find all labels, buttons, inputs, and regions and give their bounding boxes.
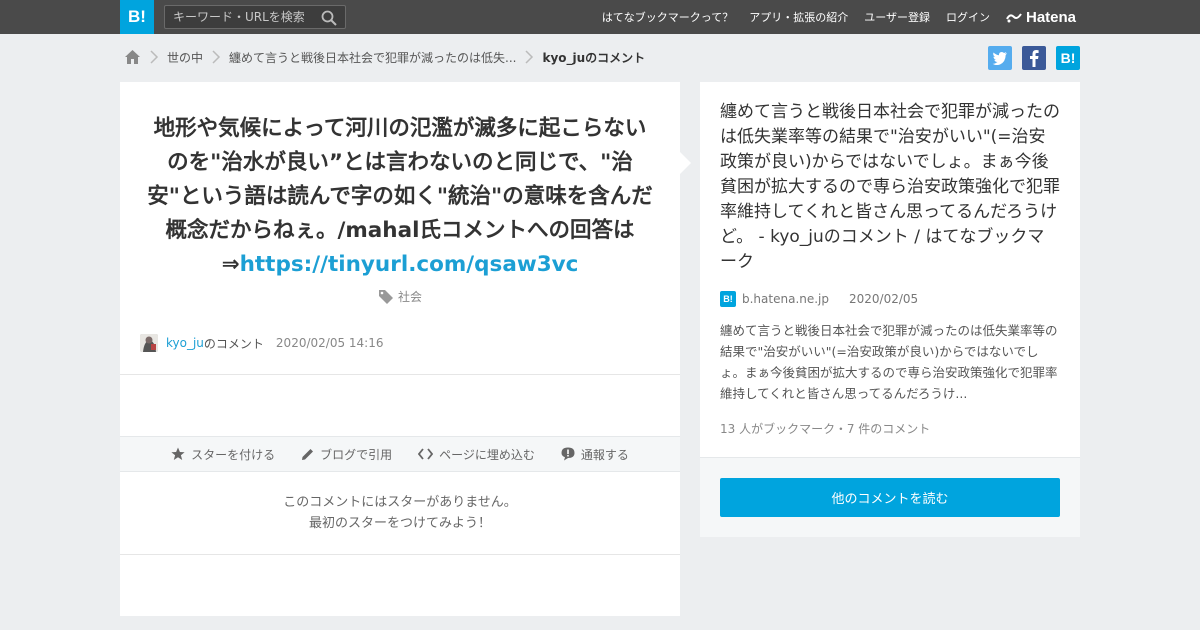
- chevron-right-icon: [150, 50, 159, 64]
- embed-button[interactable]: ページに埋め込む: [418, 446, 535, 463]
- pencil-icon: [302, 448, 314, 460]
- blog-quote-button[interactable]: ブログで引用: [301, 446, 392, 463]
- no-star-line2: 最初のスターをつけてみよう！: [308, 516, 491, 531]
- share-buttons: B!: [988, 46, 1080, 70]
- twitter-share-button[interactable]: [988, 46, 1012, 70]
- chevron-right-icon: [212, 50, 221, 64]
- entry-title[interactable]: 纏めて言うと戦後日本社会で犯罪が減ったのは低失業率等の結果で"治安がいい"(=治…: [700, 82, 1080, 275]
- divider: [120, 374, 680, 375]
- report-label: 通報する: [580, 447, 629, 462]
- nav-about[interactable]: はてなブックマークって？: [602, 9, 733, 25]
- breadcrumb-current: kyo_juのコメント: [542, 50, 646, 65]
- entry-date: 2020/02/05: [849, 292, 919, 306]
- breadcrumb-category[interactable]: 世の中: [167, 49, 203, 66]
- entry-description: 纏めて言うと戦後日本社会で犯罪が減ったのは低失業率等の結果で"治安がいい"(=治…: [720, 323, 1058, 401]
- search-box[interactable]: [164, 5, 346, 29]
- star-icon: [171, 447, 185, 460]
- no-star-line1: このコメントにはスターがありません。: [283, 495, 517, 510]
- facebook-share-button[interactable]: [1022, 46, 1046, 70]
- user-avatar-icon: [140, 334, 158, 352]
- comment-card: 地形や気候によって河川の氾濫が滅多に起こらないのを"治水が良い”とは言わないのと…: [120, 82, 680, 616]
- nav-register[interactable]: ユーザー登録: [864, 9, 930, 25]
- entry-count[interactable]: 13 人がブックマーク・7 件のコメント: [720, 420, 930, 437]
- comment-link[interactable]: https://tinyurl.com/qsaw3vc: [240, 252, 579, 277]
- entry-footer: 他のコメントを読む: [700, 457, 1080, 537]
- hatena-brand[interactable]: Hatena: [1006, 8, 1076, 26]
- author-suffix: のコメント: [203, 336, 264, 351]
- report-button[interactable]: 通報する: [561, 446, 629, 463]
- avatar[interactable]: [140, 334, 158, 352]
- hatena-bookmark-share-button[interactable]: B!: [1056, 46, 1080, 70]
- no-star-message: このコメントにはスターがありません。 最初のスターをつけてみよう！: [120, 492, 680, 534]
- report-icon: [561, 447, 575, 461]
- chevron-right-icon: [525, 50, 534, 64]
- hatena-brand-label: Hatena: [1026, 8, 1077, 26]
- entry-domain[interactable]: b.hatena.ne.jp: [742, 292, 829, 306]
- author-link[interactable]: kyo_ju: [166, 336, 204, 350]
- favicon: B!: [720, 291, 736, 307]
- code-icon: [418, 448, 434, 460]
- entry-card: 纏めて言うと戦後日本社会で犯罪が減ったのは低失業率等の結果で"治安がいい"(=治…: [700, 82, 1080, 537]
- search-input[interactable]: [173, 10, 313, 24]
- add-star-button[interactable]: スターを付ける: [171, 446, 275, 463]
- search-icon[interactable]: [321, 10, 337, 26]
- nav-apps[interactable]: アプリ・拡張の紹介: [749, 9, 848, 25]
- divider: [120, 554, 680, 555]
- hatena-bookmark-logo[interactable]: B!: [120, 0, 154, 34]
- comment-author: kyo_ju のコメント 2020/02/05 14:16: [140, 334, 383, 352]
- breadcrumb: 世の中 纏めて言うと戦後日本社会で犯罪が減ったのは低失... kyo_juのコメ…: [124, 46, 645, 68]
- comment-datetime: 2020/02/05 14:16: [275, 336, 384, 350]
- comment-body: 地形や気候によって河川の氾濫が滅多に起こらないのを"治水が良い”とは言わないのと…: [120, 82, 680, 282]
- hatena-icon: [1006, 13, 1022, 23]
- comment-actions: スターを付ける ブログで引用 ページに埋め込む 通報する: [120, 436, 680, 472]
- entry-meta: B! b.hatena.ne.jp 2020/02/05: [720, 291, 918, 307]
- facebook-icon: [1030, 50, 1039, 67]
- tag-label: 社会: [397, 290, 422, 304]
- comment-tag[interactable]: 社会: [120, 288, 680, 305]
- top-nav: はてなブックマークって？ アプリ・拡張の紹介 ユーザー登録 ログイン: [602, 0, 990, 34]
- card-pointer: [680, 152, 691, 174]
- add-star-label: スターを付ける: [191, 447, 276, 462]
- twitter-icon: [992, 51, 1007, 65]
- embed-label: ページに埋め込む: [439, 447, 535, 462]
- nav-login[interactable]: ログイン: [946, 9, 990, 25]
- tag-icon: [378, 290, 393, 304]
- top-bar: B! はてなブックマークって？ アプリ・拡張の紹介 ユーザー登録 ログイン Ha…: [0, 0, 1200, 34]
- home-icon[interactable]: [124, 49, 141, 65]
- blog-quote-label: ブログで引用: [320, 447, 393, 462]
- breadcrumb-entry[interactable]: 纏めて言うと戦後日本社会で犯罪が減ったのは低失...: [229, 49, 516, 66]
- read-other-comments-button[interactable]: 他のコメントを読む: [720, 478, 1060, 517]
